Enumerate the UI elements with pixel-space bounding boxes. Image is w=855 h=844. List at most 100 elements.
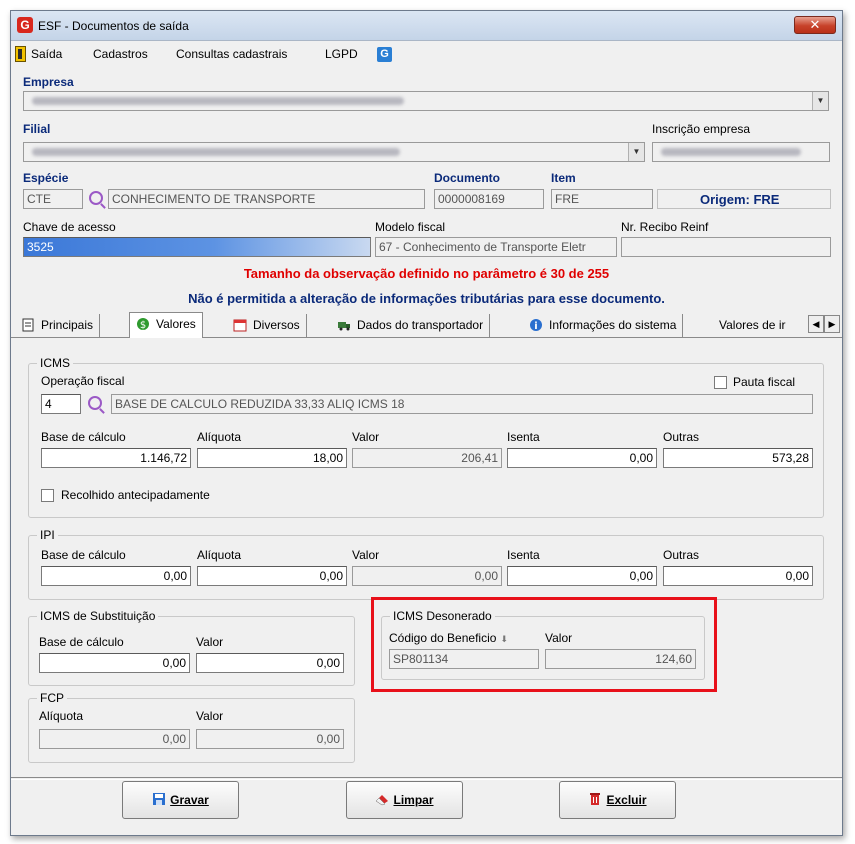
codigo-beneficio-field: SP801134 xyxy=(389,649,539,669)
info-icon: i xyxy=(530,319,542,332)
especie-label: Espécie xyxy=(23,171,69,185)
fcp-group: FCP Alíquota Valor 0,00 0,00 xyxy=(28,691,355,763)
recibo-field xyxy=(621,237,831,257)
tab-valores[interactable]: $ Valores xyxy=(129,312,203,340)
filial-select[interactable]: ▼ xyxy=(23,142,645,162)
chave-label: Chave de acesso xyxy=(23,220,116,234)
trash-icon xyxy=(590,793,601,805)
ipi-outras-field[interactable]: 0,00 xyxy=(663,566,813,586)
inscricao-field xyxy=(652,142,830,162)
g-logo-icon[interactable]: G xyxy=(377,47,392,62)
desonerado-valor-label: Valor xyxy=(545,631,573,645)
icms-aliq-field[interactable]: 18,00 xyxy=(197,448,347,468)
main-window: G ESF - Documentos de saída ✕ Saída Cada… xyxy=(10,10,843,836)
exit-door-icon xyxy=(15,46,26,62)
search-icon[interactable] xyxy=(88,396,102,410)
icms-outras-label: Outras xyxy=(663,430,700,444)
icms-st-base-field[interactable]: 0,00 xyxy=(39,653,190,673)
chevron-down-icon[interactable]: ▼ xyxy=(628,143,644,161)
app-logo-icon: G xyxy=(17,17,33,33)
close-button[interactable]: ✕ xyxy=(794,16,836,34)
tab-informacoes-sistema-label: Informações do sistema xyxy=(549,318,677,332)
especie-description-field: CONHECIMENTO DE TRANSPORTE xyxy=(108,189,425,209)
ipi-valor-label: Valor xyxy=(352,548,380,562)
limpar-label: Limpar xyxy=(393,793,434,807)
tab-principais[interactable]: Principais xyxy=(15,314,101,338)
fcp-valor-label: Valor xyxy=(196,709,224,723)
truck-icon xyxy=(338,322,350,331)
tab-diversos-label: Diversos xyxy=(253,318,300,332)
documento-field: 0000008169 xyxy=(434,189,544,209)
ipi-outras-label: Outras xyxy=(663,548,700,562)
codigo-beneficio-text: Código do Beneficio xyxy=(389,631,497,645)
ipi-isenta-field[interactable]: 0,00 xyxy=(507,566,657,586)
especie-code-field[interactable]: CTE xyxy=(23,189,83,209)
chave-acesso-field[interactable]: 3525 xyxy=(23,237,371,257)
footer-separator xyxy=(11,779,842,780)
tab-strip: Principais $ Valores Diversos Dados do t… xyxy=(11,312,842,340)
sort-down-icon: ⬇ xyxy=(500,634,508,644)
calendar-icon xyxy=(233,319,247,332)
empresa-label: Empresa xyxy=(23,75,74,89)
tab-diversos[interactable]: Diversos xyxy=(227,314,307,338)
modelo-fiscal-field: 67 - Conhecimento de Transporte Eletr xyxy=(375,237,617,257)
pauta-fiscal-label: Pauta fiscal xyxy=(733,375,796,389)
icms-base-field[interactable]: 1.146,72 xyxy=(41,448,191,468)
gravar-button[interactable]: Gravar xyxy=(122,781,239,819)
icms-st-valor-field[interactable]: 0,00 xyxy=(196,653,344,673)
icms-st-base-label: Base de cálculo xyxy=(39,635,124,649)
icms-isenta-field[interactable]: 0,00 xyxy=(507,448,657,468)
operacao-fiscal-label: Operação fiscal xyxy=(41,374,125,388)
ipi-title: IPI xyxy=(37,528,58,542)
excluir-label: Excluir xyxy=(606,793,647,807)
menu-consultas-cadastrais[interactable]: Consultas cadastrais xyxy=(176,47,287,61)
scroll-right-icon[interactable]: ▶ xyxy=(824,315,840,333)
ipi-base-field[interactable]: 0,00 xyxy=(41,566,191,586)
tax-edit-warning: Não é permitida a alteração de informaçõ… xyxy=(188,291,665,306)
fcp-aliq-field: 0,00 xyxy=(39,729,190,749)
filial-label: Filial xyxy=(23,122,51,136)
operacao-code-field[interactable]: 4 xyxy=(41,394,81,414)
fcp-valor-field: 0,00 xyxy=(196,729,344,749)
icms-aliq-label: Alíquota xyxy=(197,430,242,444)
codigo-beneficio-label: Código do Beneficio ⬇ xyxy=(389,631,508,645)
icms-outras-field[interactable]: 573,28 xyxy=(663,448,813,468)
observation-size-warning: Tamanho da observação definido no parâme… xyxy=(243,266,610,281)
icms-desonerado-group: ICMS Desonerado Código do Beneficio ⬇ Val… xyxy=(381,609,705,680)
ipi-isenta-label: Isenta xyxy=(507,548,540,562)
title-bar: G ESF - Documentos de saída ✕ xyxy=(11,11,842,41)
empresa-select[interactable]: ▼ xyxy=(23,91,829,111)
icms-desonerado-title: ICMS Desonerado xyxy=(390,609,495,623)
item-field: FRE xyxy=(551,189,653,209)
item-label: Item xyxy=(551,171,576,185)
ipi-aliq-label: Alíquota xyxy=(197,548,242,562)
scroll-left-icon[interactable]: ◀ xyxy=(808,315,824,333)
menu-lgpd[interactable]: LGPD xyxy=(325,47,358,61)
chevron-down-icon[interactable]: ▼ xyxy=(812,92,828,110)
documento-label: Documento xyxy=(434,171,500,185)
recolhido-checkbox[interactable] xyxy=(41,489,54,502)
search-icon[interactable] xyxy=(89,191,103,205)
tab-dados-transportador[interactable]: Dados do transportador xyxy=(331,314,491,338)
tab-principais-label: Principais xyxy=(41,318,94,332)
menu-saida[interactable]: Saída xyxy=(31,47,62,61)
window-title: ESF - Documentos de saída xyxy=(38,19,189,33)
gravar-label: Gravar xyxy=(170,793,209,807)
ipi-valor-field: 0,00 xyxy=(352,566,502,586)
pauta-fiscal-checkbox[interactable] xyxy=(714,376,727,389)
recolhido-label: Recolhido antecipadamente xyxy=(61,488,210,502)
limpar-button[interactable]: Limpar xyxy=(346,781,463,819)
tab-valores-ir[interactable]: Valores de ir xyxy=(711,314,806,338)
ipi-base-label: Base de cálculo xyxy=(41,548,126,562)
operacao-description-field: BASE DE CALCULO REDUZIDA 33,33 ALIQ ICMS… xyxy=(111,394,813,414)
desonerado-valor-field: 124,60 xyxy=(545,649,696,669)
icms-st-valor-label: Valor xyxy=(196,635,224,649)
svg-text:$: $ xyxy=(140,320,146,331)
tab-dados-transportador-label: Dados do transportador xyxy=(357,318,484,332)
inscricao-label: Inscrição empresa xyxy=(652,122,751,136)
money-icon: $ xyxy=(137,318,149,331)
tab-informacoes-sistema[interactable]: i Informações do sistema xyxy=(523,314,684,338)
excluir-button[interactable]: Excluir xyxy=(559,781,676,819)
menu-cadastros[interactable]: Cadastros xyxy=(93,47,148,61)
ipi-aliq-field[interactable]: 0,00 xyxy=(197,566,347,586)
